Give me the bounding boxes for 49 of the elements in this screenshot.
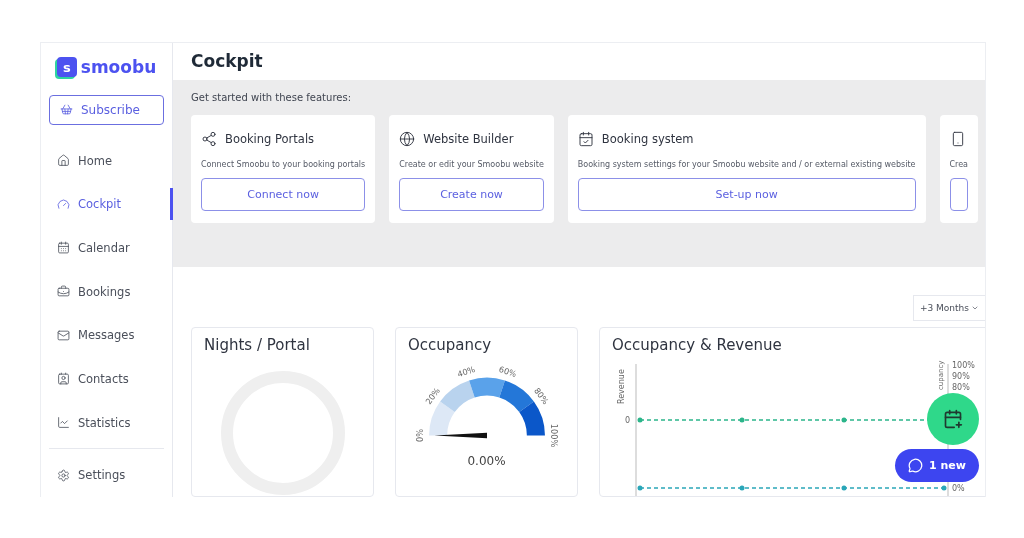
gauge-icon [57, 197, 70, 211]
home-icon [57, 154, 70, 168]
gauge-tick: 40% [455, 363, 476, 380]
feature-title: Booking Portals [225, 132, 315, 147]
feature-button[interactable] [949, 178, 969, 212]
brand-name: smoobu [80, 57, 157, 77]
axis-tick: 100% [952, 361, 975, 370]
feature-description: Connect Smoobu to your booking portals [201, 159, 366, 171]
mail-icon [57, 328, 70, 342]
feature-title: Booking system [601, 132, 694, 147]
card-title: Nights / Portal [204, 336, 311, 354]
chat-icon [908, 458, 924, 473]
subscribe-button[interactable]: Subscribe [49, 95, 164, 125]
axis-title: Revenue [617, 369, 626, 404]
page-title: Cockpit [190, 50, 264, 73]
calendar-check-icon [577, 131, 594, 148]
feature-button[interactable]: Set-up now [577, 178, 916, 212]
chat-button[interactable]: 1 new [895, 449, 979, 482]
gauge-tick: 100% [548, 423, 559, 448]
feature-button[interactable]: Create now [399, 178, 544, 212]
card-title: Occupancy & Revenue [612, 336, 783, 354]
settings-icon [57, 468, 70, 482]
basket-icon [60, 103, 73, 117]
feature-description: Create or edit your Smoobu website [399, 159, 544, 171]
period-select[interactable]: +3 Months [912, 295, 985, 321]
gauge-reading: 0.00% [467, 454, 506, 468]
calendar-icon [57, 241, 70, 255]
section-heading: Get started with these features: [191, 92, 352, 104]
axis-tick: 0% [952, 484, 965, 493]
axis-tick: 80% [952, 383, 970, 392]
briefcase-icon [57, 285, 70, 299]
gauge-tick: 60% [497, 363, 518, 380]
logo-icon: s [56, 57, 77, 77]
contact-icon [57, 372, 70, 386]
axis-tick: 90% [952, 372, 970, 381]
feature-description: Booking system settings for your Smoobu website and / or external existing website [577, 159, 916, 171]
feature-title: Website Builder [423, 132, 514, 147]
card-title: Occupancy [408, 336, 493, 354]
feature-description: Crea [949, 159, 969, 171]
calendar-plus-icon [943, 409, 963, 429]
gauge-needle [433, 432, 487, 439]
add-booking-button[interactable] [927, 393, 979, 445]
feature-button[interactable]: Connect now [201, 178, 366, 212]
gauge-tick: 0% [414, 429, 425, 442]
axis-tick: 0 [624, 416, 630, 425]
chart-icon [57, 416, 70, 430]
chevron-icon [971, 304, 979, 312]
share-icon [201, 131, 217, 148]
globe-icon [399, 131, 416, 148]
